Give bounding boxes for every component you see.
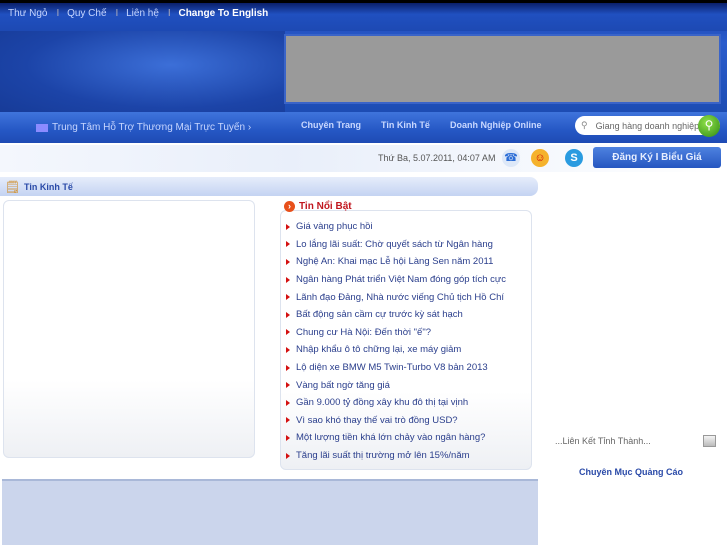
news-item[interactable]: Lo lắng lãi suất: Chờ quyết sách từ Ngân… (286, 236, 506, 254)
news-link[interactable]: Lãnh đạo Đảng, Nhà nước viếng Chủ tịch H… (296, 292, 504, 303)
dropdown-arrow-icon[interactable] (703, 435, 716, 447)
separator: I (115, 8, 119, 19)
link-thu-ngo[interactable]: Thư Ngỏ (8, 8, 48, 19)
bullet-icon (286, 346, 290, 353)
news-link[interactable]: Lộ diện xe BMW M5 Twin-Turbo V8 bản 2013 (296, 362, 488, 373)
bullet-icon (286, 311, 290, 318)
news-item[interactable]: Nghệ An: Khai mạc Lễ hội Làng Sen năm 20… (286, 253, 506, 271)
featured-news-box (3, 200, 255, 458)
bottom-panel (2, 479, 538, 545)
news-link[interactable]: Vì sao khó thay thế vai trò đồng USD? (296, 415, 458, 426)
news-item[interactable]: Chung cư Hà Nội: Đến thời "ế"? (286, 324, 506, 342)
news-item[interactable]: Lãnh đạo Đảng, Nhà nước viếng Chủ tịch H… (286, 288, 506, 306)
top-links: Thư Ngỏ I Quy Chế I Liên hệ I Change To Eng… (8, 8, 268, 19)
news-item[interactable]: Tăng lãi suất thị trường mở lên 15%/năm (286, 447, 506, 465)
separator: I (56, 8, 60, 19)
news-link[interactable]: Nghệ An: Khai mạc Lễ hội Làng Sen năm 20… (296, 256, 493, 267)
section-title: Tin Kinh Tế (24, 182, 73, 192)
current-date: Thứ Ba, 5.07.2011, 04:07 AM (378, 153, 496, 163)
search-input[interactable]: Giang hàng doanh nghiệp (596, 121, 700, 131)
news-link[interactable]: Nhập khẩu ô tô chững lại, xe máy giảm (296, 344, 461, 355)
link-quy-che[interactable]: Quy Chế (67, 8, 106, 19)
bullet-icon (286, 329, 290, 336)
news-item[interactable]: Bất động sản cầm cự trước kỳ sát hạch (286, 306, 506, 324)
news-link[interactable]: Bất động sản cầm cự trước kỳ sát hạch (296, 309, 463, 320)
news-item[interactable]: Giá vàng phục hồi (286, 218, 506, 236)
news-item[interactable]: Ngân hàng Phát triển Việt Nam đóng góp t… (286, 271, 506, 289)
arrow-circle-icon: › (284, 201, 295, 212)
news-item[interactable]: Nhập khẩu ô tô chững lại, xe máy giảm (286, 341, 506, 359)
bullet-icon (286, 294, 290, 301)
bullet-icon (286, 223, 290, 230)
magnifier-icon: ⚲ (581, 120, 588, 130)
search-box[interactable]: ⚲ Giang hàng doanh nghiệp ⚲ (575, 115, 720, 137)
news-link[interactable]: Lo lắng lãi suất: Chờ quyết sách từ Ngân… (296, 239, 493, 250)
search-icon[interactable]: ⚲ (698, 115, 720, 137)
news-item[interactable]: Gần 9.000 tỷ đồng xây khu đô thị tại vịn… (286, 394, 506, 412)
bullet-icon (286, 417, 290, 424)
globe-banner-image (0, 31, 285, 116)
news-link[interactable]: Vàng bất ngờ tăng giá (296, 380, 390, 391)
link-lien-he[interactable]: Liên hệ (126, 8, 159, 19)
change-language-link[interactable]: Change To English (178, 8, 268, 19)
yahoo-messenger-icon[interactable]: ☺ (531, 149, 549, 167)
news-item[interactable]: Vàng bất ngờ tăng giá (286, 376, 506, 394)
bullet-icon (286, 452, 290, 459)
news-item[interactable]: Lộ diện xe BMW M5 Twin-Turbo V8 bản 2013 (286, 359, 506, 377)
nav-doanh-nghiep-online[interactable]: Doanh Nghiệp Online (450, 120, 542, 130)
nav-chuyen-trang[interactable]: Chuyên Trang (301, 120, 361, 130)
news-item[interactable]: Vì sao khó thay thế vai trò đồng USD? (286, 412, 506, 430)
news-item[interactable]: Một lượng tiền khá lớn chảy vào ngân hàn… (286, 429, 506, 447)
skype-icon[interactable]: S (565, 149, 583, 167)
nav-tin-kinh-te[interactable]: Tin Kinh Tế (381, 120, 430, 130)
news-link[interactable]: Chung cư Hà Nội: Đến thời "ế"? (296, 327, 431, 338)
hot-news-title: › Tin Nổi Bật (284, 201, 352, 212)
bullet-icon (286, 241, 290, 248)
bullet-icon (286, 434, 290, 441)
square-icon (36, 123, 48, 132)
bullet-icon (286, 382, 290, 389)
hot-news-title-text: Tin Nổi Bật (299, 201, 352, 212)
banner-ad-placeholder[interactable] (284, 34, 721, 104)
news-link[interactable]: Gần 9.000 tỷ đồng xây khu đô thị tại vịn… (296, 397, 468, 408)
news-link[interactable]: Tăng lãi suất thị trường mở lên 15%/năm (296, 450, 470, 461)
separator: I (167, 8, 171, 19)
calendar-icon: 🗒 (5, 180, 21, 194)
news-link[interactable]: Giá vàng phục hồi (296, 221, 373, 232)
news-link[interactable]: Một lượng tiền khá lớn chảy vào ngân hàn… (296, 432, 485, 443)
bullet-icon (286, 276, 290, 283)
bullet-icon (286, 399, 290, 406)
hot-news-list: Giá vàng phục hồi Lo lắng lãi suất: Chờ q… (286, 218, 506, 464)
ads-section-title: Chuyên Mục Quảng Cáo (579, 467, 684, 477)
trade-center-label: Trung Tâm Hỗ Trợ Thương Mại Trực Tuyến › (52, 122, 252, 133)
bullet-icon (286, 258, 290, 265)
news-link[interactable]: Ngân hàng Phát triển Việt Nam đóng góp t… (296, 274, 506, 285)
register-pricing-button[interactable]: Đăng Ký I Biểu Giá (593, 147, 721, 168)
section-header (0, 177, 538, 196)
province-select[interactable]: ...Liên Kết Tỉnh Thành... (555, 436, 651, 446)
trade-center-link[interactable]: Trung Tâm Hỗ Trợ Thương Mại Trực Tuyến › (36, 122, 251, 133)
bullet-icon (286, 364, 290, 371)
phone-support-icon[interactable]: ☎ (502, 149, 520, 167)
